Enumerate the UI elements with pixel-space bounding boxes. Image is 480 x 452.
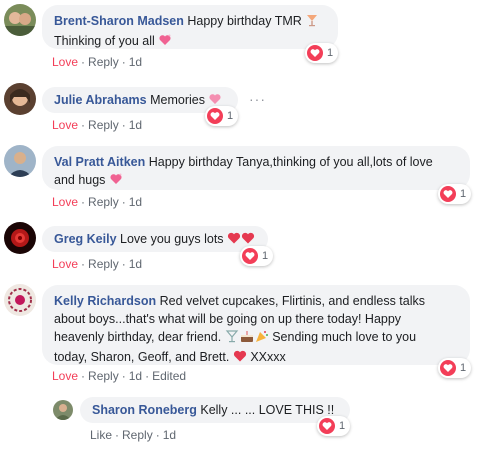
love-reaction-icon bbox=[307, 45, 323, 61]
reply-button[interactable]: Reply bbox=[88, 55, 119, 69]
comment-author[interactable]: Greg Keily bbox=[54, 232, 117, 246]
comment-text: Memories bbox=[150, 93, 205, 107]
love-button[interactable]: Love bbox=[52, 369, 78, 383]
avatar[interactable] bbox=[53, 400, 73, 420]
timestamp[interactable]: 1d bbox=[129, 55, 142, 69]
reply-button[interactable]: Reply bbox=[88, 369, 119, 383]
love-button[interactable]: Love bbox=[52, 195, 78, 209]
comment-text: XXxxx bbox=[250, 350, 286, 364]
comment-actions: Love · Reply · 1d bbox=[52, 55, 143, 69]
love-reaction-icon bbox=[242, 248, 258, 264]
comment-bubble: Greg Keily Love you guys lots bbox=[42, 226, 268, 252]
reply-button[interactable]: Reply bbox=[88, 257, 119, 271]
like-button[interactable]: Like bbox=[90, 428, 112, 442]
reaction-count[interactable]: 1 bbox=[205, 106, 239, 126]
avatar[interactable] bbox=[4, 222, 36, 254]
comment-bubble: Sharon Roneberg Kelly ... ... LOVE THIS … bbox=[80, 397, 350, 423]
avatar[interactable] bbox=[4, 145, 36, 177]
avatar[interactable] bbox=[4, 284, 36, 316]
love-button[interactable]: Love bbox=[52, 55, 78, 69]
comment-bubble: Val Pratt Aitken Happy birthday Tanya,th… bbox=[42, 146, 470, 190]
comment-text: Happy birthday Tanya,thinking of you all… bbox=[148, 155, 433, 169]
love-button[interactable]: Love bbox=[52, 118, 78, 132]
reply-button[interactable]: Reply bbox=[122, 428, 153, 442]
love-reaction-icon bbox=[319, 418, 335, 434]
comment-text: Kelly ... ... LOVE THIS !! bbox=[200, 403, 335, 417]
reply-button[interactable]: Reply bbox=[88, 195, 119, 209]
comment-author[interactable]: Kelly Richardson bbox=[54, 294, 156, 308]
comment-actions: Love · Reply · 1d bbox=[52, 195, 143, 209]
love-reaction-icon bbox=[440, 360, 456, 376]
comment-text: today, Sharon, Geoff, and Brett. bbox=[54, 350, 230, 364]
love-reaction-icon bbox=[440, 186, 456, 202]
cake-emoji-icon bbox=[239, 329, 255, 348]
edited-label[interactable]: Edited bbox=[152, 369, 186, 383]
comment-actions: Love · Reply · 1d bbox=[52, 257, 143, 271]
timestamp[interactable]: 1d bbox=[129, 195, 142, 209]
comment-text: Love you guys lots bbox=[120, 232, 224, 246]
heart-emoji-icon bbox=[227, 231, 241, 250]
heart-emoji-icon bbox=[233, 349, 247, 368]
sparkling-heart-emoji-icon bbox=[158, 33, 172, 52]
avatar[interactable] bbox=[4, 83, 36, 115]
cocktail-emoji-icon bbox=[305, 13, 319, 32]
comment-text: and hugs bbox=[54, 173, 106, 187]
comment-text: Sending much love to you bbox=[272, 330, 417, 344]
comment-bubble: Kelly Richardson Red velvet cupcakes, Fl… bbox=[42, 285, 470, 365]
timestamp[interactable]: 1d bbox=[129, 118, 142, 132]
timestamp[interactable]: 1d bbox=[129, 257, 142, 271]
reaction-count[interactable]: 1 bbox=[305, 43, 339, 63]
comment-text: Thinking of you all bbox=[54, 34, 155, 48]
reaction-count[interactable]: 1 bbox=[317, 416, 351, 436]
reply-actions: Like · Reply · 1d bbox=[90, 428, 177, 442]
reaction-count[interactable]: 1 bbox=[240, 246, 274, 266]
comment-author[interactable]: Val Pratt Aitken bbox=[54, 155, 145, 169]
comment-text: Red velvet cupcakes, Flirtinis, and endl… bbox=[159, 294, 426, 308]
sparkling-heart-emoji-icon bbox=[109, 172, 123, 191]
comment-author[interactable]: Brent-Sharon Madsen bbox=[54, 14, 184, 28]
avatar[interactable] bbox=[4, 4, 36, 36]
love-button[interactable]: Love bbox=[52, 257, 78, 271]
comment-text: Happy birthday TMR bbox=[187, 14, 302, 28]
love-reaction-icon bbox=[207, 108, 223, 124]
comment-actions: Love · Reply · 1d bbox=[52, 118, 143, 132]
reaction-count[interactable]: 1 bbox=[438, 358, 472, 378]
party-popper-emoji-icon bbox=[255, 329, 269, 348]
comment-text: heavenly birthday, dear friend. bbox=[54, 330, 222, 344]
comment-bubble: Brent-Sharon Madsen Happy birthday TMR T… bbox=[42, 5, 338, 49]
more-options-icon[interactable]: ··· bbox=[249, 91, 266, 107]
reply-button[interactable]: Reply bbox=[88, 118, 119, 132]
comment-author[interactable]: Julie Abrahams bbox=[54, 93, 147, 107]
reaction-count[interactable]: 1 bbox=[438, 184, 472, 204]
timestamp[interactable]: 1d bbox=[163, 428, 176, 442]
cocktail-emoji-icon bbox=[225, 329, 239, 348]
timestamp[interactable]: 1d bbox=[129, 369, 142, 383]
comment-author[interactable]: Sharon Roneberg bbox=[92, 403, 197, 417]
comment-text: about boys...that's what will be going o… bbox=[54, 312, 402, 326]
comment-actions: Love · Reply · 1d · Edited bbox=[52, 369, 187, 383]
